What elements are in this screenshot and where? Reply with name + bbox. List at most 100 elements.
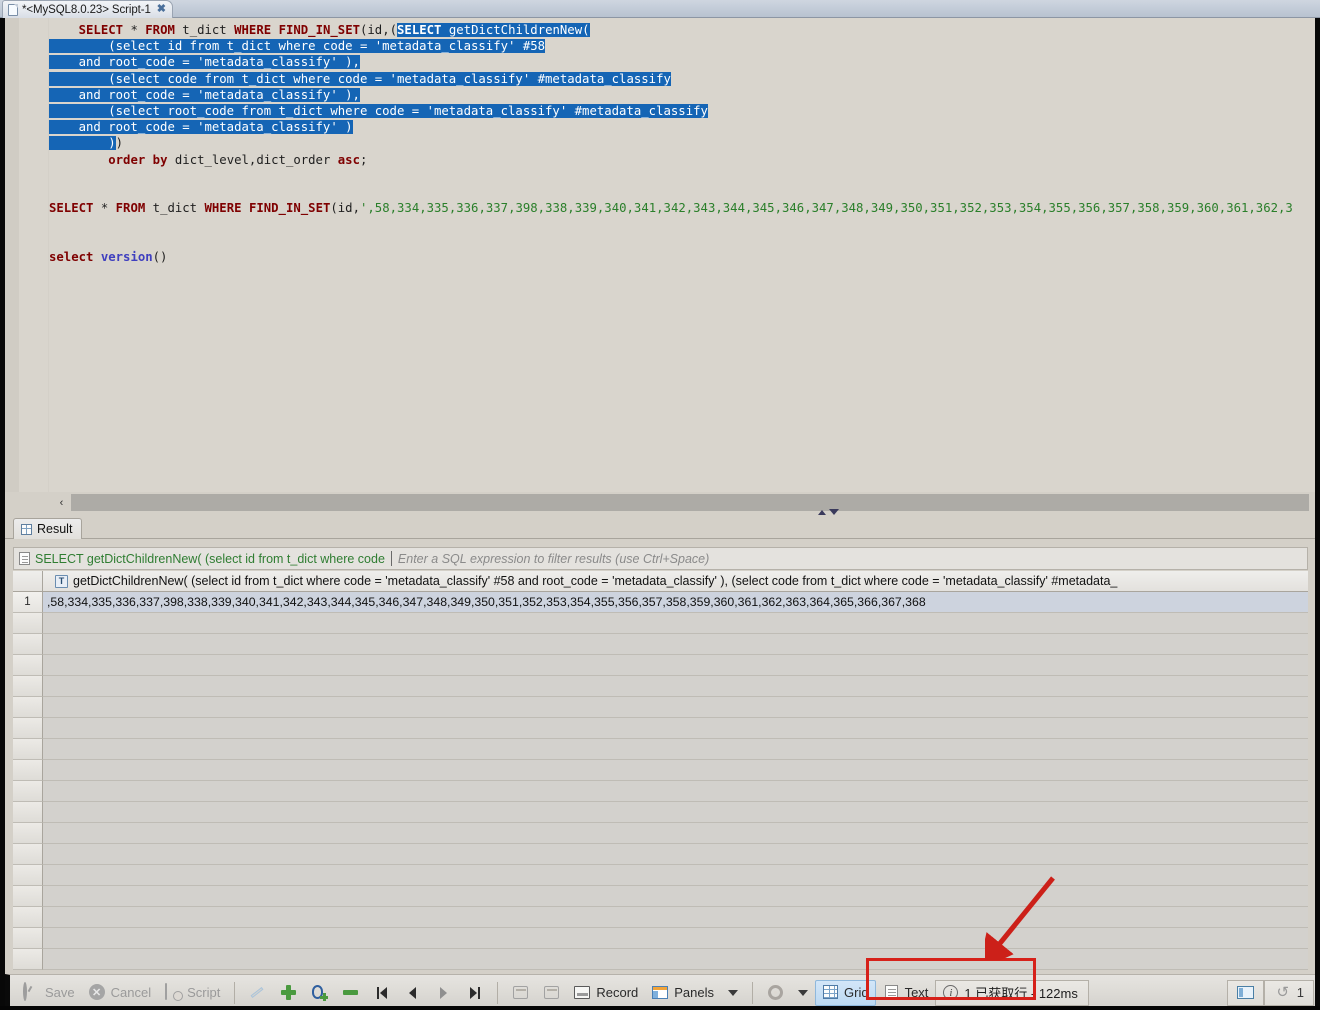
table-cell[interactable]: [43, 949, 1308, 970]
table-row-empty[interactable]: [13, 907, 1308, 928]
row-number[interactable]: [13, 928, 43, 949]
row-number[interactable]: [13, 697, 43, 718]
document-icon: [19, 552, 30, 565]
grid-body[interactable]: 1,58,334,335,336,337,398,338,339,340,341…: [13, 592, 1308, 970]
panels-button[interactable]: Panels: [645, 980, 721, 1006]
table-row-empty[interactable]: [13, 676, 1308, 697]
duplicate-row-button[interactable]: [304, 980, 335, 1006]
grid-view-button[interactable]: Grid: [815, 979, 876, 1006]
scrollbar-track[interactable]: [71, 494, 1309, 511]
import-sheet-button[interactable]: [536, 980, 567, 1006]
table-row-empty[interactable]: [13, 844, 1308, 865]
grid-column-header[interactable]: T getDictChildrenNew( (select id from t_…: [43, 571, 1308, 591]
filter-input-placeholder[interactable]: Enter a SQL expression to filter results…: [398, 552, 1302, 566]
edit-cell-button[interactable]: [242, 980, 273, 1006]
settings-button[interactable]: [760, 980, 791, 1006]
record-button[interactable]: Record: [567, 980, 645, 1006]
row-number[interactable]: [13, 739, 43, 760]
sql-editor-area[interactable]: SELECT * FROM t_dict WHERE FIND_IN_SET(i…: [0, 18, 1320, 492]
toolbar-divider: [234, 981, 236, 1004]
editor-gutter[interactable]: [5, 18, 48, 492]
chevron-up-icon[interactable]: [818, 509, 826, 515]
next-row-button[interactable]: [428, 980, 459, 1006]
row-number[interactable]: [13, 781, 43, 802]
table-cell[interactable]: [43, 739, 1308, 760]
result-filter-bar[interactable]: SELECT getDictChildrenNew( (select id fr…: [13, 547, 1308, 570]
table-cell[interactable]: [43, 928, 1308, 949]
script-button[interactable]: Script: [158, 980, 227, 1006]
settings-dropdown-button[interactable]: [791, 980, 815, 1006]
editor-horizontal-scrollbar[interactable]: ‹: [0, 492, 1320, 513]
row-number[interactable]: [13, 865, 43, 886]
scroll-left-icon[interactable]: ‹: [53, 494, 70, 511]
status-badge[interactable]: i 1 已获取行 - 122ms: [935, 979, 1089, 1006]
row-number[interactable]: 1: [13, 592, 43, 613]
previous-row-button[interactable]: [397, 980, 428, 1006]
table-row-empty[interactable]: [13, 949, 1308, 970]
table-row-empty[interactable]: [13, 928, 1308, 949]
row-number[interactable]: [13, 613, 43, 634]
table-cell[interactable]: [43, 844, 1308, 865]
table-row-empty[interactable]: [13, 634, 1308, 655]
table-row-empty[interactable]: [13, 697, 1308, 718]
row-number[interactable]: [13, 676, 43, 697]
table-row-empty[interactable]: [13, 823, 1308, 844]
close-icon[interactable]: ✖: [155, 4, 166, 15]
grid-corner-cell[interactable]: [13, 571, 43, 591]
table-cell[interactable]: [43, 865, 1308, 886]
text-view-button[interactable]: Text: [876, 980, 936, 1006]
editor-tab-script-1[interactable]: *<MySQL8.0.23> Script-1 ✖: [2, 0, 173, 18]
table-row-empty[interactable]: [13, 718, 1308, 739]
table-cell[interactable]: [43, 886, 1308, 907]
table-cell[interactable]: [43, 613, 1308, 634]
sql-code-text[interactable]: SELECT * FROM t_dict WHERE FIND_IN_SET(i…: [49, 18, 1293, 492]
grid-icon: [822, 984, 839, 1001]
first-row-button[interactable]: [366, 980, 397, 1006]
table-cell[interactable]: [43, 634, 1308, 655]
row-number[interactable]: [13, 760, 43, 781]
chevron-down-icon[interactable]: [829, 509, 839, 515]
table-cell[interactable]: [43, 760, 1308, 781]
add-row-button[interactable]: [273, 980, 304, 1006]
table-row-empty[interactable]: [13, 613, 1308, 634]
delete-row-button[interactable]: [335, 980, 366, 1006]
last-row-button[interactable]: [459, 980, 490, 1006]
table-row-empty[interactable]: [13, 886, 1308, 907]
save-button[interactable]: Save: [16, 980, 82, 1006]
row-number[interactable]: [13, 949, 43, 970]
tab-result[interactable]: Result: [13, 518, 83, 539]
row-number[interactable]: [13, 823, 43, 844]
refresh-button[interactable]: ↺ 1: [1263, 979, 1314, 1006]
row-number[interactable]: [13, 655, 43, 676]
table-row-empty[interactable]: [13, 739, 1308, 760]
table-cell[interactable]: [43, 697, 1308, 718]
table-cell[interactable]: [43, 718, 1308, 739]
row-number[interactable]: [13, 802, 43, 823]
table-cell[interactable]: ,58,334,335,336,337,398,338,339,340,341,…: [43, 592, 1308, 613]
row-number[interactable]: [13, 634, 43, 655]
cancel-button[interactable]: ✕ Cancel: [82, 980, 158, 1006]
result-grid[interactable]: T getDictChildrenNew( (select id from t_…: [13, 571, 1308, 970]
table-row-empty[interactable]: [13, 655, 1308, 676]
panels-dropdown-button[interactable]: [721, 980, 745, 1006]
table-cell[interactable]: [43, 802, 1308, 823]
row-number[interactable]: [13, 907, 43, 928]
panel-collapse-controls[interactable]: [818, 509, 839, 515]
table-cell[interactable]: [43, 907, 1308, 928]
table-row-empty[interactable]: [13, 802, 1308, 823]
row-number[interactable]: [13, 844, 43, 865]
table-row-empty[interactable]: [13, 865, 1308, 886]
panels-icon: [652, 984, 669, 1001]
row-number[interactable]: [13, 718, 43, 739]
table-cell[interactable]: [43, 781, 1308, 802]
table-row-empty[interactable]: [13, 760, 1308, 781]
table-cell[interactable]: [43, 676, 1308, 697]
panel-toggle-button[interactable]: [1226, 979, 1264, 1006]
table-cell[interactable]: [43, 823, 1308, 844]
table-row[interactable]: 1,58,334,335,336,337,398,338,339,340,341…: [13, 592, 1308, 613]
export-sheet-button[interactable]: [505, 980, 536, 1006]
row-number[interactable]: [13, 886, 43, 907]
table-row-empty[interactable]: [13, 781, 1308, 802]
table-cell[interactable]: [43, 655, 1308, 676]
